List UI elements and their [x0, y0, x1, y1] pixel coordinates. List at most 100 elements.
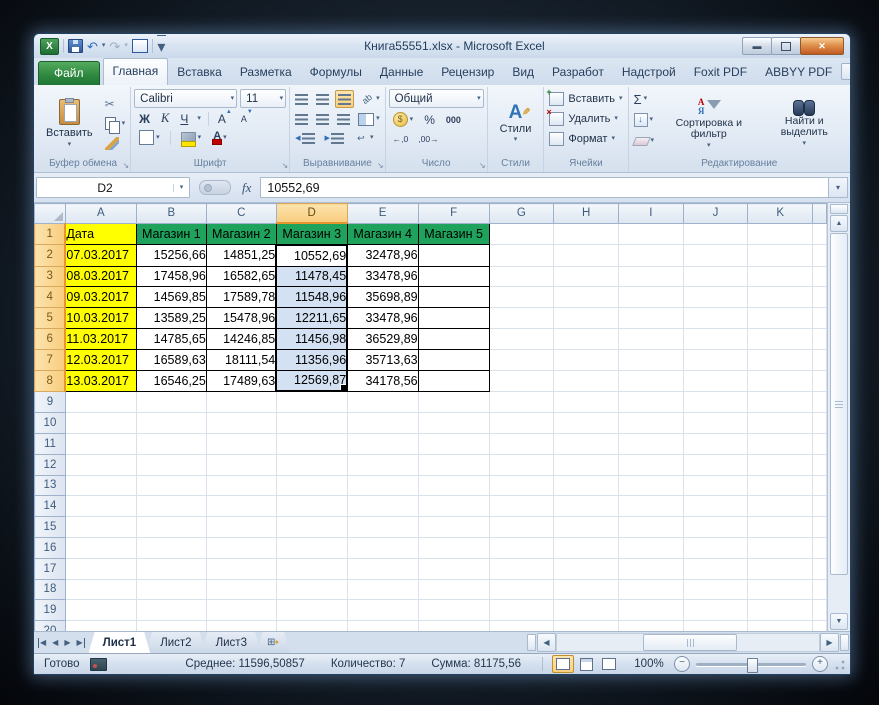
- cell-E3[interactable]: 33478,96: [347, 266, 418, 287]
- cell-E14[interactable]: [347, 496, 418, 517]
- undo-icon[interactable]: ↶: [87, 40, 98, 53]
- decrease-indent-button[interactable]: ◀: [293, 130, 316, 146]
- cell-H17[interactable]: [554, 558, 619, 579]
- cell-I8[interactable]: [618, 370, 683, 391]
- cell-I19[interactable]: [618, 600, 683, 621]
- cell-A18[interactable]: [65, 579, 136, 600]
- cell-I13[interactable]: [618, 475, 683, 496]
- cell-G11[interactable]: [489, 433, 554, 454]
- cell-I6[interactable]: [618, 328, 683, 349]
- cell-D15[interactable]: [276, 517, 347, 538]
- name-box[interactable]: D2 ▾: [36, 177, 190, 198]
- cell-B16[interactable]: [136, 537, 206, 558]
- cell-K15[interactable]: [748, 517, 813, 538]
- merge-center-button[interactable]: ▾: [356, 111, 382, 127]
- cell-H10[interactable]: [554, 413, 619, 434]
- cell-E19[interactable]: [347, 600, 418, 621]
- cell-A3[interactable]: 08.03.2017: [65, 266, 136, 287]
- cell-D11[interactable]: [276, 433, 347, 454]
- cell-K17[interactable]: [748, 558, 813, 579]
- row-header-5[interactable]: 5: [35, 308, 66, 329]
- row-header-3[interactable]: 3: [35, 266, 66, 287]
- cell-A11[interactable]: [65, 433, 136, 454]
- format-painter-button[interactable]: [103, 136, 128, 152]
- cell-I18[interactable]: [618, 579, 683, 600]
- cell-E17[interactable]: [347, 558, 418, 579]
- customize-qat-icon[interactable]: ▾: [157, 35, 166, 57]
- scroll-up-icon[interactable]: ▲: [830, 215, 848, 232]
- cell-H15[interactable]: [554, 517, 619, 538]
- tab-splitter-handle[interactable]: [527, 634, 536, 651]
- cell-J17[interactable]: [683, 558, 748, 579]
- cell-K11[interactable]: [748, 433, 813, 454]
- row-header-8[interactable]: 8: [35, 370, 66, 391]
- cell-K18[interactable]: [748, 579, 813, 600]
- borders-button[interactable]: ▾: [137, 129, 162, 146]
- cell-E4[interactable]: 35698,89: [347, 287, 418, 308]
- column-header-B[interactable]: B: [136, 204, 206, 224]
- cell-H16[interactable]: [554, 537, 619, 558]
- cell-K13[interactable]: [748, 475, 813, 496]
- cell-B12[interactable]: [136, 454, 206, 475]
- macro-record-icon[interactable]: [90, 658, 107, 671]
- cell-E2[interactable]: 32478,96: [347, 245, 418, 266]
- cell-D3[interactable]: 11478,45: [276, 266, 347, 287]
- horizontal-scroll-thumb[interactable]: [643, 634, 737, 651]
- cell-I16[interactable]: [618, 537, 683, 558]
- vertical-scroll-thumb[interactable]: [830, 233, 848, 575]
- cell-G17[interactable]: [489, 558, 554, 579]
- row-header-20[interactable]: 20: [35, 621, 66, 631]
- cell-G3[interactable]: [489, 266, 554, 287]
- cell-F19[interactable]: [418, 600, 489, 621]
- cell-J19[interactable]: [683, 600, 748, 621]
- cell-D8[interactable]: 12569,87: [276, 370, 347, 391]
- row-header-18[interactable]: 18: [35, 579, 66, 600]
- cell-E15[interactable]: [347, 517, 418, 538]
- cell-A15[interactable]: [65, 517, 136, 538]
- column-header-A[interactable]: A: [65, 204, 136, 224]
- sheet-tab-2[interactable]: Лист2: [146, 632, 205, 653]
- cell-D17[interactable]: [276, 558, 347, 579]
- cell-I20[interactable]: [618, 621, 683, 631]
- row-header-11[interactable]: 11: [35, 433, 66, 454]
- clipboard-dialog-launcher-icon[interactable]: ↘: [122, 162, 129, 170]
- cell-A1[interactable]: Дата: [65, 223, 136, 245]
- font-color-button[interactable]: А▾: [211, 130, 228, 146]
- cell-H8[interactable]: [554, 370, 619, 391]
- cell-G6[interactable]: [489, 328, 554, 349]
- cell-J13[interactable]: [683, 475, 748, 496]
- cell-G9[interactable]: [489, 391, 554, 412]
- cell-E5[interactable]: 33478,96: [347, 308, 418, 329]
- cell-E6[interactable]: 36529,89: [347, 328, 418, 349]
- cell-H1[interactable]: [554, 223, 619, 245]
- cell-J7[interactable]: [683, 349, 748, 370]
- percent-format-button[interactable]: %: [422, 112, 437, 128]
- page-layout-view-button[interactable]: [575, 655, 597, 673]
- cell-F13[interactable]: [418, 475, 489, 496]
- ribbon-tab-9[interactable]: Надстрой: [613, 60, 685, 85]
- cell-D14[interactable]: [276, 496, 347, 517]
- sheet-tab-1[interactable]: Лист1: [89, 632, 151, 653]
- sort-filter-button[interactable]: АЯ Сортировка и фильтр▾: [659, 89, 759, 158]
- redo-icon[interactable]: ↷: [109, 40, 120, 53]
- cell-F12[interactable]: [418, 454, 489, 475]
- cell-G5[interactable]: [489, 308, 554, 329]
- clear-button[interactable]: ▾: [632, 133, 657, 149]
- row-header-7[interactable]: 7: [35, 349, 66, 370]
- cell-J18[interactable]: [683, 579, 748, 600]
- cell-E10[interactable]: [347, 413, 418, 434]
- cell-G4[interactable]: [489, 287, 554, 308]
- cell-H3[interactable]: [554, 266, 619, 287]
- table-preview-icon[interactable]: [132, 39, 148, 53]
- select-all-corner[interactable]: [35, 204, 66, 224]
- cell-H19[interactable]: [554, 600, 619, 621]
- cell-B1[interactable]: Магазин 1: [136, 223, 206, 245]
- cell-F1[interactable]: Магазин 5: [418, 223, 489, 245]
- cell-G18[interactable]: [489, 579, 554, 600]
- cell-D4[interactable]: 11548,96: [276, 287, 347, 308]
- cell-J8[interactable]: [683, 370, 748, 391]
- cell-K14[interactable]: [748, 496, 813, 517]
- font-size-combo[interactable]: 11▾: [240, 89, 286, 108]
- cell-G20[interactable]: [489, 621, 554, 631]
- cell-J2[interactable]: [683, 245, 748, 266]
